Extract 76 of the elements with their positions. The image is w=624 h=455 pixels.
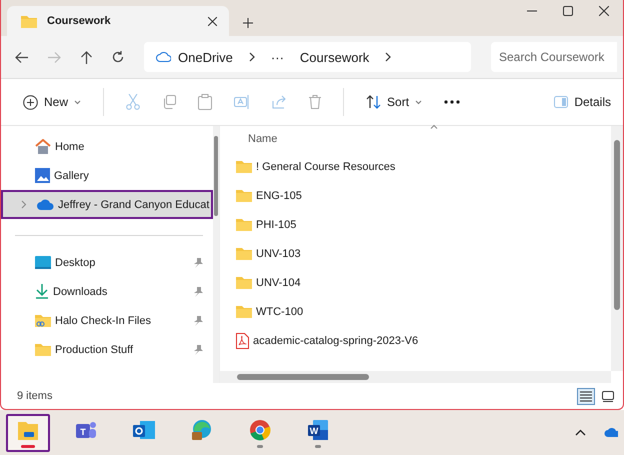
tiles-view-icon — [602, 390, 614, 402]
chevron-up-icon[interactable] — [575, 429, 586, 436]
cloud-icon — [37, 199, 54, 210]
cloud-icon[interactable] — [604, 428, 618, 437]
file-row[interactable]: academic-catalog-spring-2023-V6 — [236, 326, 611, 355]
shared-folder-icon — [35, 314, 51, 327]
address-bar[interactable]: OneDrive ··· Coursework — [144, 42, 471, 72]
pin-icon[interactable] — [194, 258, 203, 268]
search-field[interactable]: Search Coursework — [491, 42, 617, 72]
download-icon — [35, 284, 49, 299]
folder-icon — [236, 218, 252, 231]
breadcrumb[interactable]: ··· — [270, 50, 284, 64]
nav-item[interactable]: Jeffrey - Grand Canyon Educat — [1, 190, 213, 219]
pin-icon[interactable] — [194, 316, 203, 326]
scrollbar-thumb[interactable] — [237, 374, 369, 380]
scrollbar-thumb[interactable] — [614, 140, 620, 310]
nav-item[interactable]: Gallery — [7, 161, 213, 190]
item-count: 9 items — [17, 390, 52, 402]
breadcrumb[interactable]: Coursework — [300, 50, 370, 64]
file-row[interactable]: ENG-105 — [236, 181, 611, 210]
folder-icon — [35, 343, 51, 356]
add-icon[interactable] — [243, 18, 253, 28]
taskbar-app[interactable] — [6, 414, 50, 452]
up-arrow-icon[interactable] — [81, 50, 92, 64]
refresh-icon[interactable] — [112, 51, 124, 63]
file-row[interactable]: ! General Course Resources — [236, 152, 611, 181]
browser-logo-icon — [247, 417, 273, 443]
pdf-file-icon — [236, 332, 249, 348]
desktop-icon — [35, 256, 51, 269]
chevron-right-icon[interactable] — [248, 52, 255, 62]
folder-tab[interactable]: Coursework — [7, 6, 229, 36]
folder-icon — [236, 160, 252, 173]
column-header[interactable]: Name — [248, 133, 278, 145]
file-row[interactable]: UNV-104 — [236, 268, 611, 297]
copy-icon[interactable] — [162, 95, 176, 109]
file-row[interactable]: WTC-100 — [236, 297, 611, 326]
chevron-right-icon[interactable] — [385, 52, 392, 62]
close-icon[interactable] — [208, 16, 217, 26]
taskbar-app[interactable]: W — [296, 414, 340, 452]
close-icon[interactable] — [599, 6, 609, 16]
nav-item[interactable]: Production Stuff — [7, 335, 213, 364]
caret-up-icon — [430, 124, 438, 129]
details-pane-icon — [554, 96, 568, 108]
nav-item[interactable]: Home — [7, 132, 213, 161]
sort-button[interactable]: Sort — [366, 95, 422, 109]
folder-icon — [236, 276, 252, 289]
details-button[interactable]: Details — [554, 95, 611, 109]
more-options-icon[interactable] — [444, 100, 460, 104]
file-row[interactable]: UNV-103 — [236, 239, 611, 268]
new-button[interactable]: New — [23, 94, 82, 110]
gallery-icon — [35, 168, 50, 183]
details-view-button[interactable] — [577, 388, 595, 404]
folder-icon — [21, 14, 37, 28]
folder-icon — [236, 247, 252, 260]
back-arrow-icon[interactable] — [15, 52, 28, 62]
plus-circle-icon — [23, 94, 38, 110]
nav-item[interactable]: Desktop — [7, 248, 213, 277]
sort-arrows-icon — [366, 95, 382, 109]
nav-item[interactable]: Downloads — [7, 277, 213, 306]
taskbar-app[interactable]: T — [64, 414, 108, 452]
folder-icon — [236, 305, 252, 318]
scrollbar-thumb[interactable] — [214, 136, 218, 216]
nav-item[interactable]: Halo Check-In Files — [7, 306, 213, 335]
breadcrumb[interactable]: OneDrive — [178, 50, 233, 64]
trash-icon[interactable] — [309, 95, 322, 109]
clipboard-icon[interactable] — [198, 94, 212, 110]
cloud-icon — [156, 52, 171, 62]
list-view-icon — [580, 390, 592, 402]
file-row[interactable]: PHI-105 — [236, 210, 611, 239]
home-icon — [35, 139, 51, 154]
pin-icon[interactable] — [194, 344, 203, 354]
caret-down-icon — [415, 100, 422, 104]
pin-icon[interactable] — [194, 286, 203, 296]
folder-icon — [236, 189, 252, 202]
caret-down-icon — [74, 100, 82, 104]
maximize-icon[interactable] — [563, 6, 573, 16]
